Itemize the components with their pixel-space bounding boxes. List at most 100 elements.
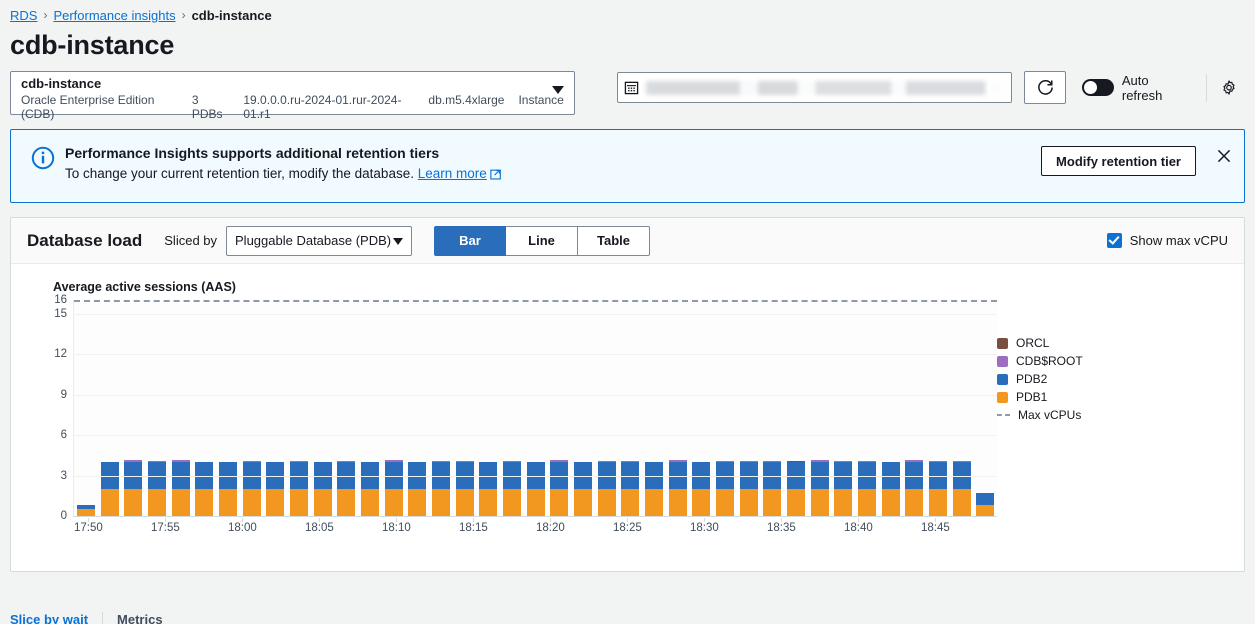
stacked-bar[interactable] [195,462,213,516]
stacked-bar[interactable] [574,462,592,516]
bar-slot[interactable] [903,300,927,516]
view-mode-table[interactable]: Table [578,226,650,256]
bar-slot[interactable] [737,300,761,516]
legend-item[interactable]: CDB$ROOT [997,352,1212,370]
bar-slot[interactable] [358,300,382,516]
stacked-bar[interactable] [953,461,971,516]
legend-item[interactable]: PDB1 [997,388,1212,406]
bar-slot[interactable] [74,300,98,516]
stacked-bar[interactable] [101,462,119,516]
bar-slot[interactable] [263,300,287,516]
bar-slot[interactable] [287,300,311,516]
stacked-bar[interactable] [337,461,355,516]
bar-slot[interactable] [760,300,784,516]
bar-slot[interactable] [808,300,832,516]
stacked-bar[interactable] [550,460,568,516]
bottom-tab-1[interactable]: Metrics [102,612,177,624]
bar-slot[interactable] [429,300,453,516]
stacked-bar[interactable] [811,460,829,516]
bar-slot[interactable] [974,300,998,516]
stacked-bar[interactable] [692,462,710,516]
close-icon[interactable] [1216,148,1232,167]
bar-slot[interactable] [713,300,737,516]
bar-slot[interactable] [547,300,571,516]
bar-slot[interactable] [666,300,690,516]
stacked-bar[interactable] [219,462,237,516]
stacked-bar[interactable] [124,460,142,516]
stacked-bar[interactable] [787,461,805,516]
bar-slot[interactable] [500,300,524,516]
bar-slot[interactable] [571,300,595,516]
bar-slot[interactable] [950,300,974,516]
stacked-bar[interactable] [432,461,450,516]
bar-slot[interactable] [879,300,903,516]
stacked-bar[interactable] [479,462,497,516]
stacked-bar[interactable] [527,462,545,516]
stacked-bar[interactable] [172,460,190,516]
view-mode-line[interactable]: Line [506,226,578,256]
bar-slot[interactable] [405,300,429,516]
stacked-bar[interactable] [976,493,994,516]
breadcrumb-item-rds[interactable]: RDS [10,8,37,23]
bar-slot[interactable] [784,300,808,516]
modify-retention-tier-button[interactable]: Modify retention tier [1041,146,1196,176]
stacked-bar[interactable] [858,461,876,516]
legend-item[interactable]: Max vCPUs [997,406,1212,424]
stacked-bar[interactable] [314,462,332,516]
stacked-bar[interactable] [645,462,663,516]
stacked-bar[interactable] [716,461,734,516]
bar-slot[interactable] [642,300,666,516]
bar-slot[interactable] [476,300,500,516]
stacked-bar[interactable] [385,460,403,516]
legend-item[interactable]: PDB2 [997,370,1212,388]
instance-selector[interactable]: cdb-instance Oracle Enterprise Edition (… [10,71,575,115]
bar-slot[interactable] [216,300,240,516]
bottom-tab-0[interactable]: Slice by wait [10,612,102,624]
bar-slot[interactable] [524,300,548,516]
bar-slot[interactable] [334,300,358,516]
stacked-bar[interactable] [905,460,923,516]
stacked-bar[interactable] [266,462,284,516]
view-mode-bar[interactable]: Bar [434,226,506,256]
bar-slot[interactable] [926,300,950,516]
date-range-input[interactable] [617,72,1013,103]
stacked-bar[interactable] [882,462,900,516]
bar-slot[interactable] [689,300,713,516]
bar-slot[interactable] [382,300,406,516]
settings-button[interactable] [1213,72,1245,104]
stacked-bar[interactable] [290,461,308,516]
show-max-vcpu-checkbox[interactable]: Show max vCPU [1107,233,1228,248]
stacked-bar[interactable] [669,460,687,516]
breadcrumb-item-performance-insights[interactable]: Performance insights [53,8,175,23]
stacked-bar[interactable] [361,462,379,516]
bar-slot[interactable] [145,300,169,516]
bar-slot[interactable] [595,300,619,516]
stacked-bar[interactable] [408,462,426,516]
refresh-button[interactable] [1024,71,1066,104]
bar-slot[interactable] [98,300,122,516]
bar-slot[interactable] [169,300,193,516]
stacked-bar[interactable] [929,461,947,516]
stacked-bar[interactable] [456,461,474,516]
auto-refresh-toggle[interactable]: Auto refresh [1082,73,1192,103]
bar-slot[interactable] [311,300,335,516]
stacked-bar[interactable] [598,461,616,516]
bar-slot[interactable] [121,300,145,516]
stacked-bar[interactable] [740,461,758,516]
stacked-bar[interactable] [148,461,166,516]
stacked-bar[interactable] [763,461,781,516]
bar-slot[interactable] [240,300,264,516]
stacked-bar[interactable] [243,461,261,516]
checkbox-icon[interactable] [1107,233,1122,248]
legend-item[interactable]: ORCL [997,334,1212,352]
bar-slot[interactable] [832,300,856,516]
bar-slot[interactable] [618,300,642,516]
stacked-bar[interactable] [621,461,639,516]
bar-slot[interactable] [855,300,879,516]
bar-slot[interactable] [453,300,477,516]
bar-slot[interactable] [192,300,216,516]
toggle-switch[interactable] [1082,79,1114,96]
learn-more-link[interactable]: Learn more [418,166,487,181]
sliced-by-select[interactable]: Pluggable Database (PDB) [226,226,412,256]
stacked-bar[interactable] [77,505,95,516]
